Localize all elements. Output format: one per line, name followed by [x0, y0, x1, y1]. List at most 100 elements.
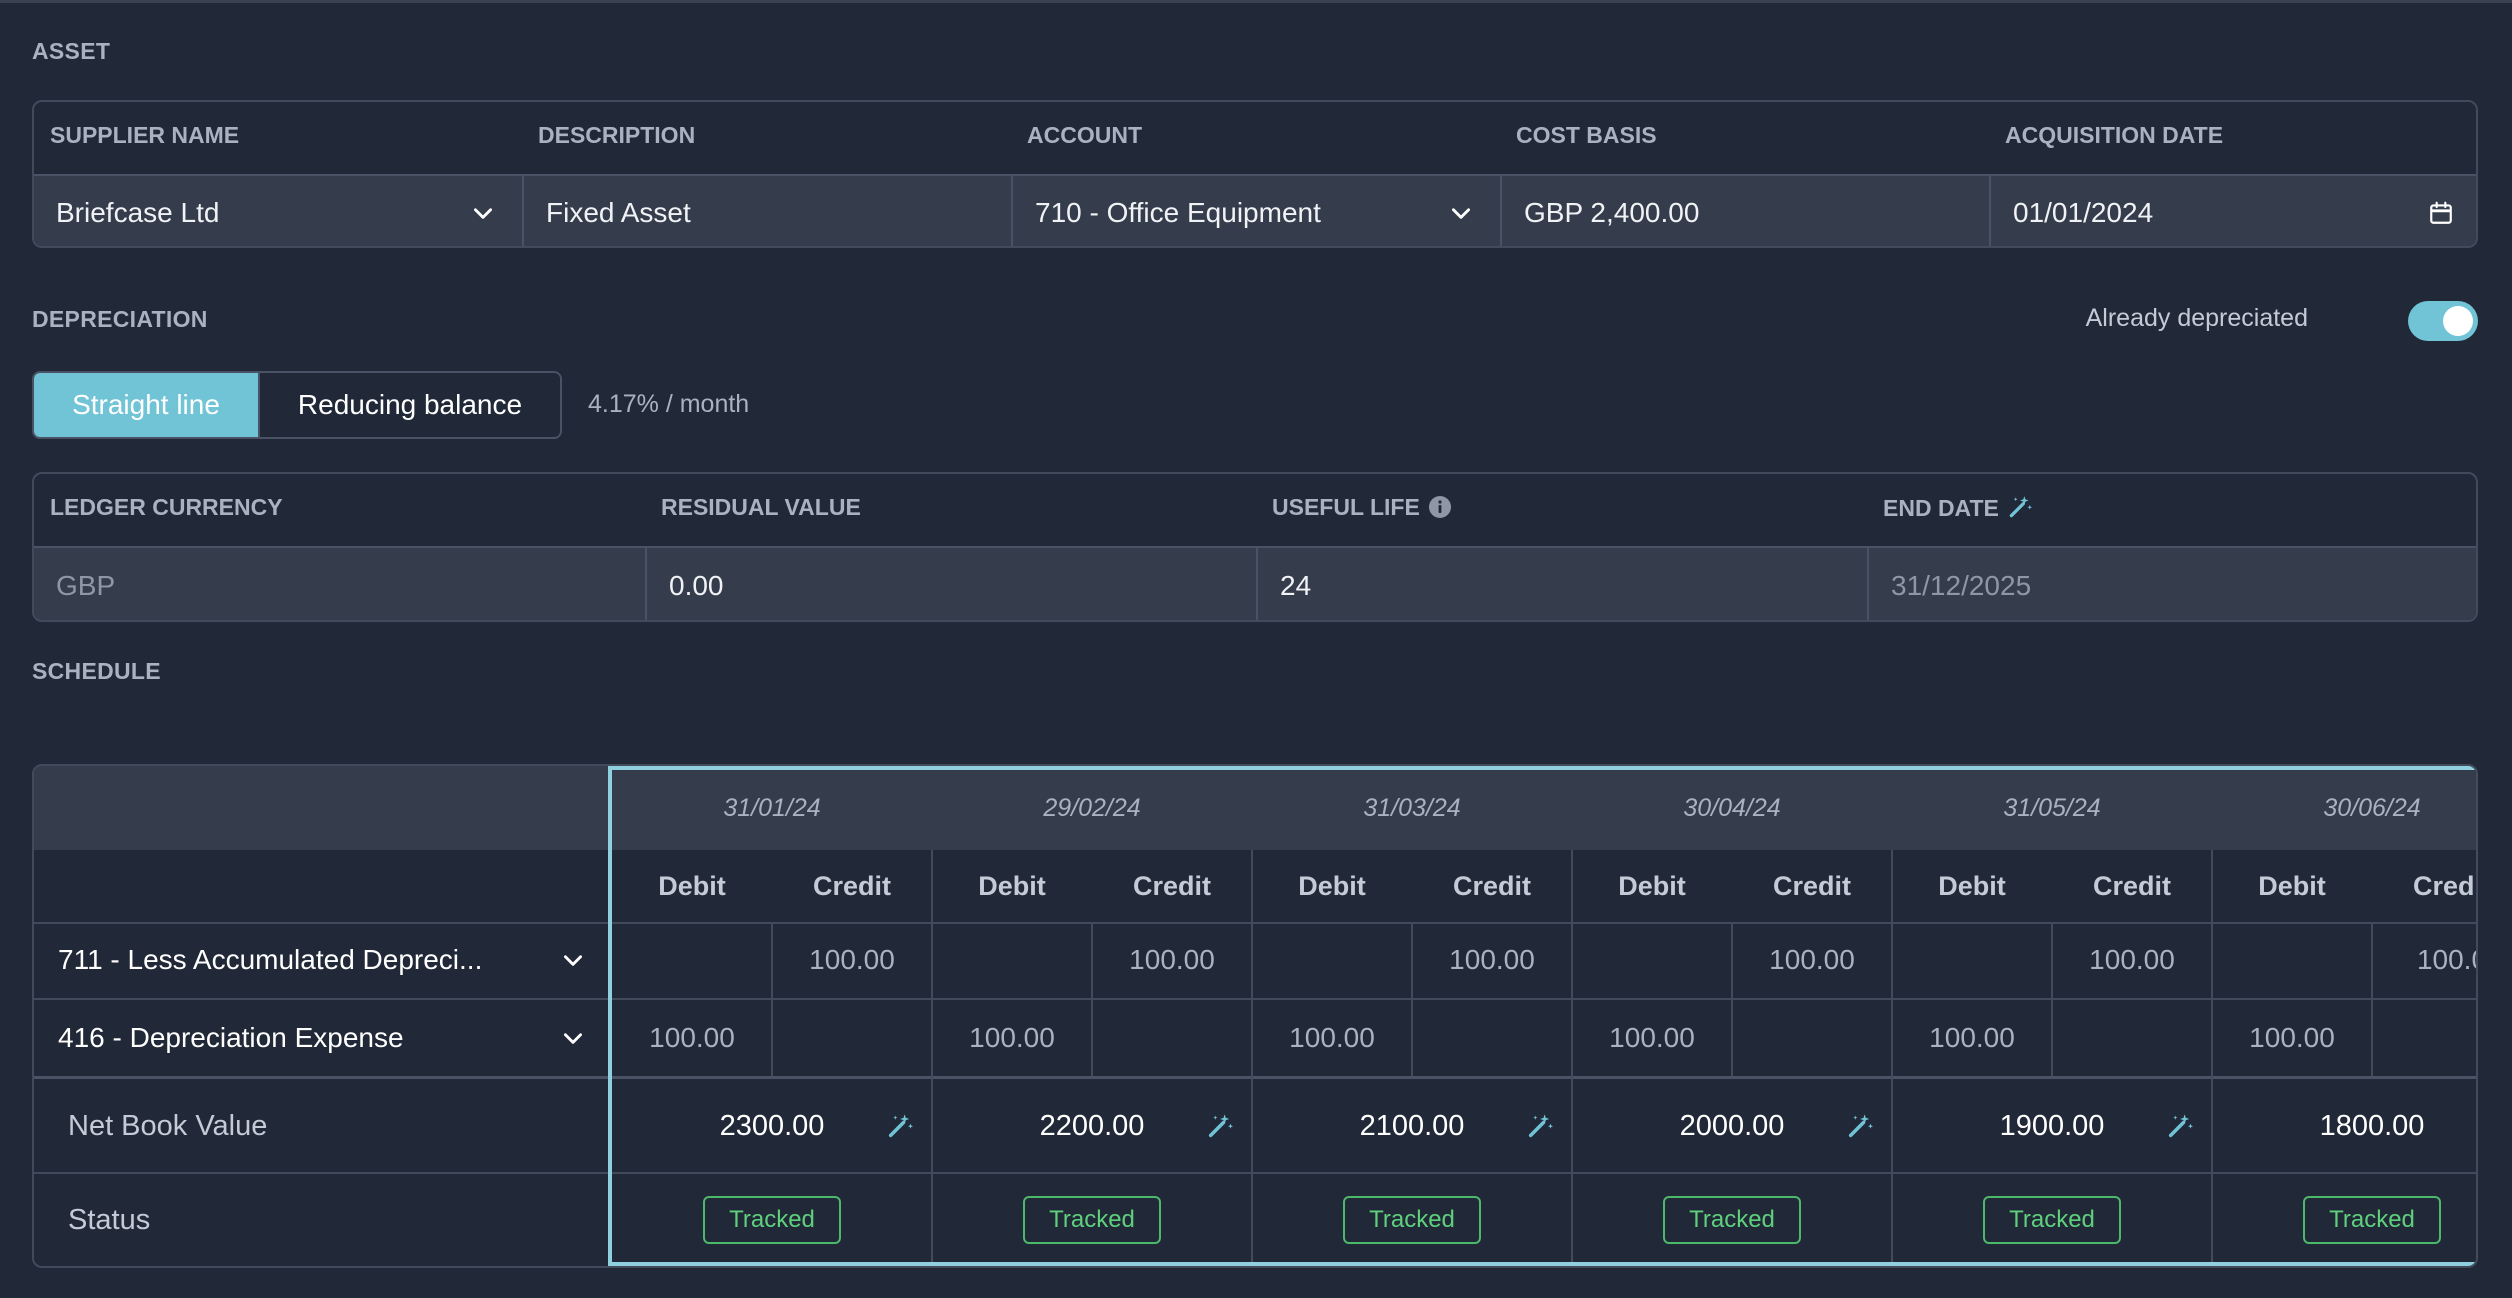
cost-basis-label: COST BASIS	[1516, 122, 1657, 148]
account-row-711-select[interactable]: 711 - Less Accumulated Depreci...	[34, 922, 610, 998]
debit-cell[interactable]: 100.00	[2212, 1000, 2372, 1076]
debit-cell[interactable]	[1572, 922, 1732, 998]
debit-cell[interactable]: 100.00	[1252, 1000, 1412, 1076]
useful-life-label-wrap: USEFUL LIFE	[1272, 494, 1452, 521]
credit-column-header: Credit	[1132, 870, 1211, 901]
credit-cell[interactable]: 100.00	[1092, 922, 1252, 998]
credit-cell[interactable]: 100.00	[772, 922, 932, 998]
depreciation-method-selector: Straight line Reducing balance	[32, 371, 562, 439]
magic-wand-icon[interactable]	[1846, 1112, 1874, 1140]
info-icon[interactable]	[1428, 495, 1452, 519]
chevron-down-icon	[564, 1033, 582, 1044]
top-divider	[0, 0, 2512, 3]
debit-cell[interactable]	[1252, 922, 1412, 998]
cost-basis-value: GBP 2,400.00	[1524, 197, 1700, 228]
schedule-corner-header	[34, 766, 610, 850]
credit-cell[interactable]: 100.00	[2052, 922, 2212, 998]
account-field: ACCOUNT 710 - Office Equipment	[1011, 102, 1500, 246]
acquisition-date-label: ACQUISITION DATE	[2005, 122, 2224, 148]
description-label: DESCRIPTION	[538, 122, 696, 148]
period-date-header: 31/03/24	[1363, 793, 1461, 822]
period-divider	[931, 850, 933, 1266]
frozen-column-edge	[608, 766, 612, 1266]
credit-column-header: Credit	[812, 870, 891, 901]
debit-column-header: Debit	[2258, 870, 2326, 901]
depreciation-fields: LEDGER CURRENCY GBP RESIDUAL VALUE 0.00 …	[32, 472, 2478, 622]
debit-cell[interactable]	[612, 922, 772, 998]
debit-cell[interactable]: 100.00	[612, 1000, 772, 1076]
status-cell: Tracked	[2212, 1174, 2476, 1266]
period-divider	[1891, 850, 1893, 1266]
account-row-416-select[interactable]: 416 - Depreciation Expense	[34, 1000, 610, 1076]
acquisition-date-input[interactable]: 01/01/2024	[1989, 174, 2476, 246]
debit-cell[interactable]: 100.00	[1572, 1000, 1732, 1076]
asset-section-title: ASSET	[32, 38, 111, 64]
status-badge: Tracked	[703, 1196, 841, 1244]
description-input[interactable]: Fixed Asset	[522, 174, 1011, 246]
debit-column-header: Debit	[1618, 870, 1686, 901]
schedule-top-accent	[610, 766, 2476, 770]
supplier-name-label: SUPPLIER NAME	[50, 122, 240, 148]
status-cell: Tracked	[1572, 1174, 1892, 1266]
credit-cell[interactable]	[772, 1000, 932, 1076]
debit-column-header: Debit	[1298, 870, 1366, 901]
end-date-field: END DATE 31/12/2025	[1867, 474, 2476, 620]
schedule-bottom-accent	[610, 1262, 2476, 1266]
period-date-header: 31/01/24	[723, 793, 821, 822]
magic-wand-icon[interactable]	[2007, 494, 2033, 520]
end-date-label-wrap: END DATE	[1883, 494, 2033, 522]
magic-wand-icon[interactable]	[1206, 1112, 1234, 1140]
credit-cell[interactable]: 100.00	[1732, 922, 1892, 998]
magic-wand-icon[interactable]	[1526, 1112, 1554, 1140]
status-badge: Tracked	[1343, 1196, 1481, 1244]
magic-wand-icon[interactable]	[2166, 1112, 2194, 1140]
ledger-currency-input: GBP	[34, 546, 645, 620]
debit-cell[interactable]: 100.00	[932, 1000, 1092, 1076]
account-dropdown[interactable]: 710 - Office Equipment	[1011, 174, 1500, 246]
calendar-icon[interactable]	[2428, 200, 2454, 226]
credit-cell[interactable]: 100.00	[1412, 922, 1572, 998]
credit-column-header: Credit	[2412, 870, 2476, 901]
credit-cell[interactable]	[1732, 1000, 1892, 1076]
debit-cell[interactable]	[1892, 922, 2052, 998]
supplier-name-dropdown[interactable]: Briefcase Ltd	[34, 174, 522, 246]
already-depreciated-label: Already depreciated	[2085, 304, 2308, 332]
credit-cell[interactable]	[1092, 1000, 1252, 1076]
chevron-down-icon	[1452, 208, 1470, 219]
account-label: ACCOUNT	[1027, 122, 1142, 148]
straight-line-button[interactable]: Straight line	[34, 373, 258, 437]
chevron-down-icon	[474, 208, 492, 219]
period-divider	[2211, 850, 2213, 1266]
magic-wand-icon[interactable]	[886, 1112, 914, 1140]
toggle-knob	[2443, 306, 2473, 336]
credit-column-header: Credit	[1772, 870, 1851, 901]
account-value: 710 - Office Equipment	[1035, 197, 1321, 228]
debit-cell[interactable]	[932, 922, 1092, 998]
period-date-header: 30/06/24	[2323, 793, 2421, 822]
period-date-header: 31/05/24	[2003, 793, 2101, 822]
status-badge: Tracked	[1023, 1196, 1161, 1244]
period-divider	[1571, 850, 1573, 1266]
status-badge: Tracked	[1983, 1196, 2121, 1244]
debit-credit-divider	[771, 922, 773, 1076]
credit-cell[interactable]: 100.0	[2372, 922, 2476, 998]
net-book-value: 2100.00	[1359, 1109, 1465, 1142]
chevron-down-icon	[564, 955, 582, 966]
supplier-name-value: Briefcase Ltd	[56, 197, 220, 228]
cost-basis-input[interactable]: GBP 2,400.00	[1500, 174, 1989, 246]
credit-cell[interactable]	[2052, 1000, 2212, 1076]
debit-credit-divider	[2051, 922, 2053, 1076]
useful-life-input[interactable]: 24	[1256, 546, 1867, 620]
reducing-balance-button[interactable]: Reducing balance	[258, 373, 560, 437]
credit-cell[interactable]	[1412, 1000, 1572, 1076]
debit-cell[interactable]: 100.00	[1892, 1000, 2052, 1076]
acquisition-date-field: ACQUISITION DATE 01/01/2024	[1989, 102, 2476, 246]
already-depreciated-toggle[interactable]	[2408, 301, 2478, 341]
debit-cell[interactable]	[2212, 922, 2372, 998]
status-cell: Tracked	[932, 1174, 1252, 1266]
asset-fields: SUPPLIER NAME Briefcase Ltd DESCRIPTION …	[32, 100, 2478, 248]
credit-cell[interactable]	[2372, 1000, 2476, 1076]
net-book-value: 2200.00	[1039, 1109, 1145, 1142]
residual-value-input[interactable]: 0.00	[645, 546, 1256, 620]
useful-life-label: USEFUL LIFE	[1272, 494, 1420, 520]
